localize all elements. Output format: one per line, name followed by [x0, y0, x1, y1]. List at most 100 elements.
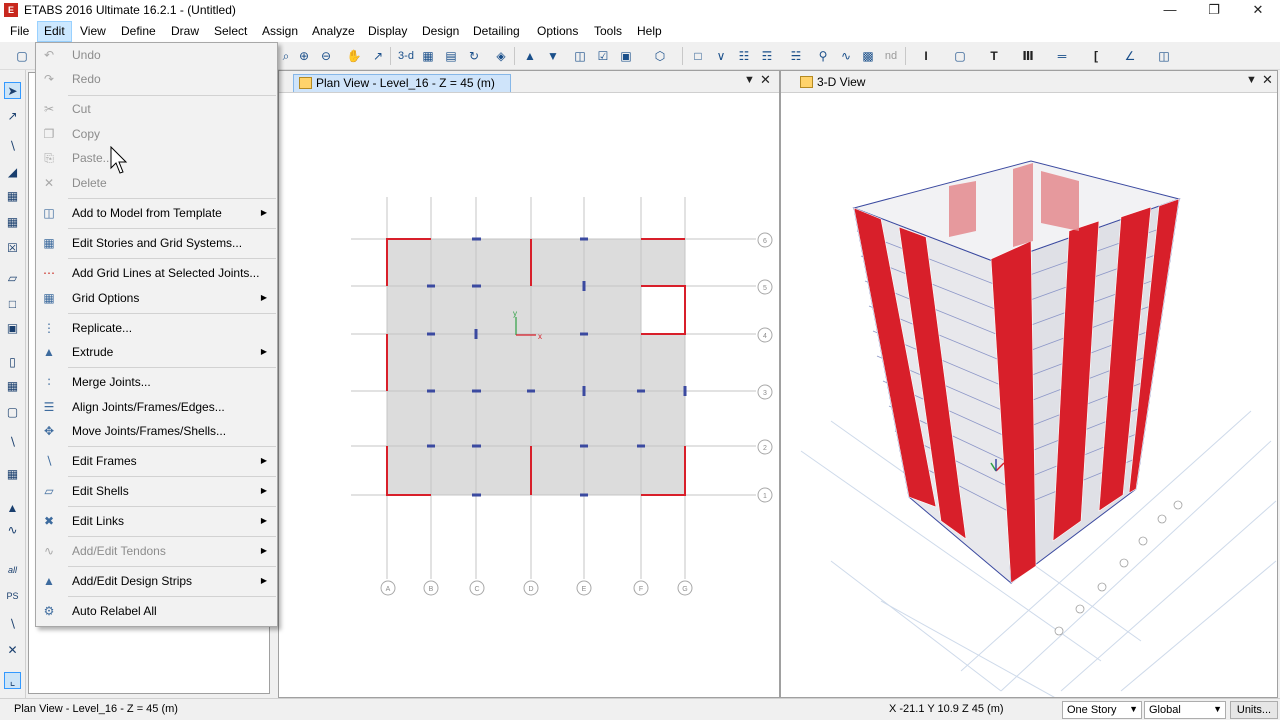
menu-item-undo[interactable]: ↶ Undo	[36, 43, 277, 67]
wall-icon[interactable]: ☶	[759, 48, 775, 64]
3d-view-close-icon[interactable]: ✕	[1262, 72, 1273, 88]
menu-item-delete[interactable]: ✕ Delete	[36, 171, 277, 195]
new-model-icon[interactable]: ▢	[14, 48, 30, 64]
draw-opening-icon[interactable]: ▢	[4, 404, 21, 421]
draw-joint-icon[interactable]: ∖	[4, 138, 21, 155]
frame-icon[interactable]: □	[690, 48, 706, 64]
section-i-icon[interactable]: I	[918, 48, 934, 64]
plan-view-canvas[interactable]: y x A B C D E F G 6 5 4 3 2 1	[279, 93, 779, 697]
menu-item-cut[interactable]: ✂ Cut	[36, 97, 277, 121]
menu-item-design-strips[interactable]: ▲ Add/Edit Design Strips ▶	[36, 569, 277, 593]
menu-assign[interactable]: Assign	[262, 24, 298, 38]
coord-system-selector[interactable]: Global ▼	[1144, 701, 1226, 719]
pan-icon[interactable]: ✋	[346, 48, 362, 64]
3d-view-menu-arrow-icon[interactable]: ▼	[1246, 74, 1257, 86]
story-selector[interactable]: One Story ▼	[1062, 701, 1142, 719]
draw-brace-icon[interactable]: ☒	[4, 240, 21, 257]
menu-view[interactable]: View	[80, 24, 106, 38]
zoom-out-icon[interactable]: ⊖	[318, 48, 334, 64]
move-down-icon[interactable]: ▼	[545, 48, 561, 64]
section-box-icon[interactable]: ▢	[952, 48, 968, 64]
support-icon[interactable]: ⚲	[815, 48, 831, 64]
section-double-icon[interactable]: ═	[1054, 48, 1070, 64]
pointer-icon[interactable]: ➤	[4, 82, 21, 99]
menu-item-add-grid-lines[interactable]: ⋯ Add Grid Lines at Selected Joints...	[36, 261, 277, 285]
menu-help[interactable]: Help	[637, 24, 662, 38]
move-up-icon[interactable]: ▲	[522, 48, 538, 64]
display-options-icon[interactable]: ▣	[618, 48, 634, 64]
plan-view-close-icon[interactable]: ✕	[760, 72, 771, 88]
column-icon[interactable]: ☷	[736, 48, 752, 64]
units-button[interactable]: Units...	[1230, 701, 1278, 719]
brace-icon[interactable]: ∨	[713, 48, 729, 64]
zoom-window-icon[interactable]: ⌕	[278, 48, 294, 64]
draw-grid-icon[interactable]: ▦	[4, 214, 21, 231]
checkbox-select-icon[interactable]: ☑	[595, 48, 611, 64]
reshape-icon[interactable]: ↗	[4, 108, 21, 125]
menu-detailing[interactable]: Detailing	[473, 24, 520, 38]
link-icon[interactable]: ∿	[838, 48, 854, 64]
section-pipe-icon[interactable]: ◫	[1156, 48, 1172, 64]
nd-icon[interactable]: nd	[882, 48, 900, 64]
menu-item-redo[interactable]: ↷ Redo	[36, 67, 277, 91]
menu-item-edit-shells[interactable]: ▱ Edit Shells ▶	[36, 479, 277, 503]
plan-view-icon[interactable]: ▦	[420, 48, 436, 64]
select-all-icon[interactable]: ◫	[572, 48, 588, 64]
quick-wall-icon[interactable]: ▦	[4, 378, 21, 395]
section-angle-icon[interactable]: ∠	[1122, 48, 1138, 64]
menu-item-edit-links[interactable]: ✖ Edit Links ▶	[36, 509, 277, 533]
zoom-in-icon[interactable]: ⊕	[296, 48, 312, 64]
menu-options[interactable]: Options	[537, 24, 578, 38]
section-wide-icon[interactable]: Ⅲ	[1020, 48, 1036, 64]
menu-item-replicate[interactable]: ⋮ Replicate...	[36, 316, 277, 340]
previous-selection-tool[interactable]: PS	[4, 588, 21, 605]
menu-display[interactable]: Display	[368, 24, 407, 38]
menu-item-grid-options[interactable]: ▦ Grid Options ▶	[36, 286, 277, 310]
tab-3d-view[interactable]: 3-D View	[795, 74, 871, 92]
snap-icon[interactable]: ⌞	[4, 672, 21, 689]
menu-item-edit-frames[interactable]: ∖ Edit Frames ▶	[36, 449, 277, 473]
intersecting-line-icon[interactable]: ✕	[4, 642, 21, 659]
select-all-tool[interactable]: all	[4, 562, 21, 579]
menu-item-extrude[interactable]: ▲ Extrude ▶	[36, 340, 277, 364]
area-icon[interactable]: ▩	[860, 48, 876, 64]
menu-tools[interactable]: Tools	[594, 24, 622, 38]
draw-tendon-icon[interactable]: ∿	[4, 522, 21, 539]
menu-item-move[interactable]: ✥ Move Joints/Frames/Shells...	[36, 419, 277, 443]
menu-item-add-from-template[interactable]: ◫ Add to Model from Template ▶	[36, 201, 277, 225]
quick-area-icon[interactable]: ▣	[4, 320, 21, 337]
restore-button[interactable]: ❐	[1192, 0, 1236, 21]
draw-grid-system-icon[interactable]: ▦	[4, 466, 21, 483]
beam-icon[interactable]: ☵	[788, 48, 804, 64]
menu-edit[interactable]: Edit	[37, 21, 72, 42]
object-shrink-icon[interactable]: ◈	[493, 48, 509, 64]
menu-item-paste[interactable]: ⎘ Paste...	[36, 146, 277, 170]
3d-view-canvas[interactable]	[781, 93, 1277, 702]
menu-draw[interactable]: Draw	[171, 24, 199, 38]
menu-item-edit-stories[interactable]: ▦ Edit Stories and Grid Systems...	[36, 231, 277, 255]
draw-rectangle-icon[interactable]: □	[4, 296, 21, 313]
rubber-band-zoom-icon[interactable]: ↗	[370, 48, 386, 64]
close-button[interactable]: ✕	[1236, 0, 1280, 21]
draw-link-icon[interactable]: ∖	[4, 434, 21, 451]
rotate-view-icon[interactable]: ↻	[466, 48, 482, 64]
extrude-view-icon[interactable]: ⬡	[652, 48, 668, 64]
section-channel-icon[interactable]: [	[1088, 48, 1104, 64]
draw-beam-icon[interactable]: ◢	[4, 164, 21, 181]
menu-file[interactable]: File	[10, 24, 29, 38]
menu-item-tendons[interactable]: ∿ Add/Edit Tendons ▶	[36, 539, 277, 563]
menu-item-merge-joints[interactable]: ∶ Merge Joints...	[36, 370, 277, 394]
3d-view-icon[interactable]: 3-d	[396, 48, 416, 64]
menu-design[interactable]: Design	[422, 24, 459, 38]
menu-define[interactable]: Define	[121, 24, 156, 38]
draw-column-icon[interactable]: ▦	[4, 188, 21, 205]
draw-wall-icon[interactable]: ▯	[4, 354, 21, 371]
tab-plan-view[interactable]: Plan View - Level_16 - Z = 45 (m)	[293, 74, 511, 92]
clear-selection-icon[interactable]: ∖	[4, 616, 21, 633]
elevation-view-icon[interactable]: ▤	[443, 48, 459, 64]
menu-item-auto-relabel[interactable]: ⚙ Auto Relabel All	[36, 599, 277, 623]
menu-analyze[interactable]: Analyze	[312, 24, 355, 38]
menu-item-align[interactable]: ☰ Align Joints/Frames/Edges...	[36, 395, 277, 419]
draw-strip-icon[interactable]: ▲	[4, 500, 21, 517]
draw-area-icon[interactable]: ▱	[4, 270, 21, 287]
